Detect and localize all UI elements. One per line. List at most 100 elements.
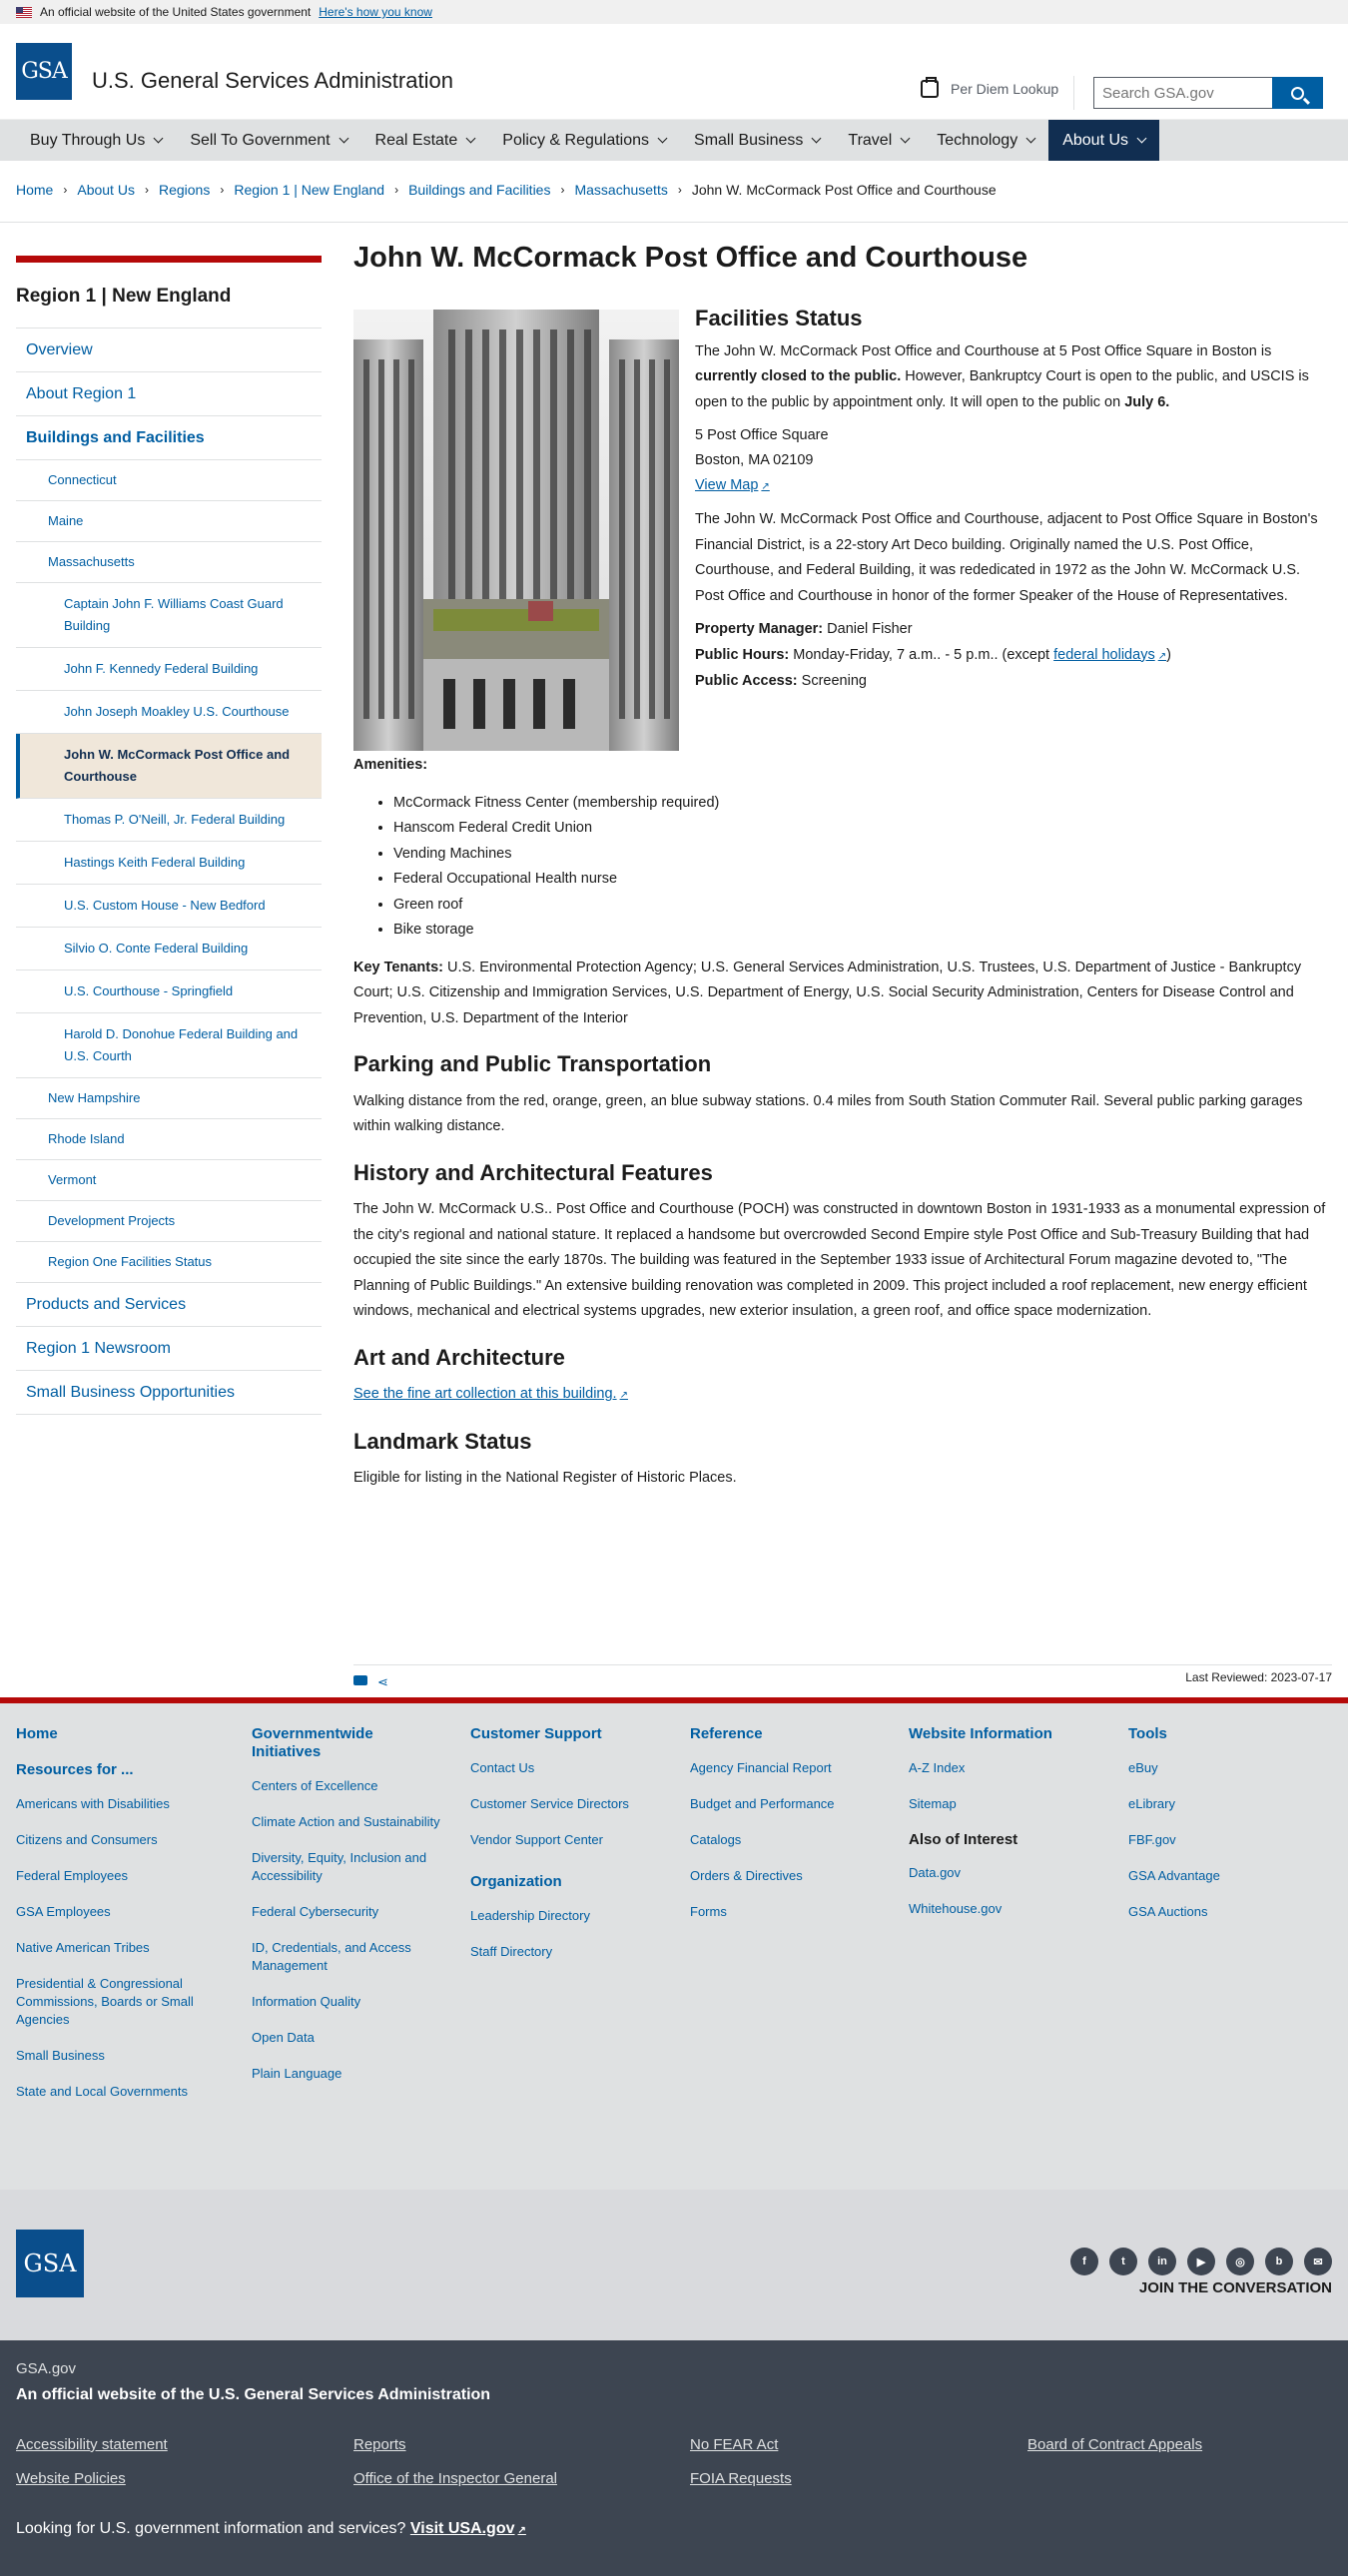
footer-link-orders-directives[interactable]: Orders & Directives bbox=[690, 1867, 890, 1885]
footer-link-plain-language[interactable]: Plain Language bbox=[252, 2065, 441, 2083]
sidebar-item-john-joseph-moakley-u-s-courthouse[interactable]: John Joseph Moakley U.S. Courthouse bbox=[16, 691, 322, 734]
site-title[interactable]: U.S. General Services Administration bbox=[92, 68, 453, 94]
gsa-logo[interactable]: GSA bbox=[16, 43, 72, 100]
footer-gsa-logo[interactable]: GSA bbox=[16, 2230, 84, 2297]
footer-link-climate-action-and-sustainability[interactable]: Climate Action and Sustainability bbox=[252, 1813, 441, 1831]
sidebar-item-hastings-keith-federal-building[interactable]: Hastings Keith Federal Building bbox=[16, 842, 322, 885]
nav-item-small-business[interactable]: Small Business bbox=[680, 120, 834, 161]
nav-item-buy-through-us[interactable]: Buy Through Us bbox=[16, 120, 176, 161]
sidebar-item-harold-d-donohue-federal-building-and-u-s-courth[interactable]: Harold D. Donohue Federal Building and U… bbox=[16, 1013, 322, 1078]
sidebar-item-products-and-services[interactable]: Products and Services bbox=[16, 1283, 322, 1327]
breadcrumb-region-1-new-england[interactable]: Region 1 | New England bbox=[234, 182, 384, 198]
sidebar-item-captain-john-f-williams-coast-guard-building[interactable]: Captain John F. Williams Coast Guard Bui… bbox=[16, 583, 322, 648]
blog-icon[interactable]: b bbox=[1265, 2248, 1293, 2275]
footer-bottom-link-office-of-the-inspector-general[interactable]: Office of the Inspector General bbox=[353, 2470, 557, 2487]
nav-item-sell-to-government[interactable]: Sell To Government bbox=[176, 120, 360, 161]
breadcrumb-buildings-and-facilities[interactable]: Buildings and Facilities bbox=[408, 182, 550, 198]
footer-link-budget-and-performance[interactable]: Budget and Performance bbox=[690, 1795, 890, 1813]
sidebar-item-u-s-courthouse-springfield[interactable]: U.S. Courthouse - Springfield bbox=[16, 970, 322, 1013]
footer-bottom-link-reports[interactable]: Reports bbox=[353, 2436, 406, 2453]
footer-bottom-link-accessibility-statement[interactable]: Accessibility statement bbox=[16, 2436, 168, 2453]
sidebar-item-development-projects[interactable]: Development Projects bbox=[16, 1201, 322, 1242]
email-icon[interactable]: ✉ bbox=[1304, 2248, 1332, 2275]
footer-link-centers-of-excellence[interactable]: Centers of Excellence bbox=[252, 1777, 441, 1795]
footer-link-open-data[interactable]: Open Data bbox=[252, 2029, 441, 2047]
sidebar-item-john-w-mccormack-post-office-and-courthouse[interactable]: John W. McCormack Post Office and Courth… bbox=[16, 734, 322, 799]
footer-link-information-quality[interactable]: Information Quality bbox=[252, 1993, 441, 2011]
footer-link-vendor-support-center[interactable]: Vendor Support Center bbox=[470, 1831, 670, 1849]
sidebar-item-thomas-p-o-neill-jr-federal-building[interactable]: Thomas P. O'Neill, Jr. Federal Building bbox=[16, 799, 322, 842]
search-input[interactable] bbox=[1093, 77, 1273, 109]
footer-link-agency-financial-report[interactable]: Agency Financial Report bbox=[690, 1759, 890, 1777]
search-button[interactable] bbox=[1272, 77, 1323, 109]
instagram-icon[interactable]: ◎ bbox=[1226, 2248, 1254, 2275]
nav-item-real-estate[interactable]: Real Estate bbox=[361, 120, 489, 161]
share-icon[interactable]: ⋖ bbox=[377, 1674, 391, 1689]
footer-link-fbf-gov[interactable]: FBF.gov bbox=[1128, 1831, 1328, 1849]
footer-link-staff-directory[interactable]: Staff Directory bbox=[470, 1943, 670, 1961]
footer-link-federal-cybersecurity[interactable]: Federal Cybersecurity bbox=[252, 1903, 441, 1921]
sidebar-item-connecticut[interactable]: Connecticut bbox=[16, 460, 322, 501]
footer-link-catalogs[interactable]: Catalogs bbox=[690, 1831, 890, 1849]
sidebar-item-silvio-o-conte-federal-building[interactable]: Silvio O. Conte Federal Building bbox=[16, 928, 322, 970]
footer-link-contact-us[interactable]: Contact Us bbox=[470, 1759, 670, 1777]
per-diem-lookup-link[interactable]: Per Diem Lookup bbox=[921, 77, 1058, 98]
sidebar-item-region-one-facilities-status[interactable]: Region One Facilities Status bbox=[16, 1242, 322, 1283]
footer-link-state-and-local-governments[interactable]: State and Local Governments bbox=[16, 2083, 216, 2101]
footer-link-customer-service-directors[interactable]: Customer Service Directors bbox=[470, 1795, 670, 1813]
breadcrumb-regions[interactable]: Regions bbox=[159, 182, 210, 198]
footer-link-data-gov[interactable]: Data.gov bbox=[909, 1864, 1108, 1882]
footer-link-citizens-and-consumers[interactable]: Citizens and Consumers bbox=[16, 1831, 216, 1849]
footer-link-forms[interactable]: Forms bbox=[690, 1903, 890, 1921]
nav-item-policy-regulations[interactable]: Policy & Regulations bbox=[488, 120, 680, 161]
footer-link-a-z-index[interactable]: A-Z Index bbox=[909, 1759, 1108, 1777]
sidebar-item-about-region-1[interactable]: About Region 1 bbox=[16, 372, 322, 416]
visit-usa-gov-link[interactable]: Visit USA.gov bbox=[410, 2520, 526, 2537]
sidebar-item-massachusetts[interactable]: Massachusetts bbox=[16, 542, 322, 583]
federal-holidays-link[interactable]: federal holidays bbox=[1053, 647, 1166, 663]
sidebar-item-u-s-custom-house-new-bedford[interactable]: U.S. Custom House - New Bedford bbox=[16, 885, 322, 928]
footer-link-gsa-employees[interactable]: GSA Employees bbox=[16, 1903, 216, 1921]
linkedin-icon[interactable]: in bbox=[1148, 2248, 1176, 2275]
twitter-icon[interactable]: t bbox=[1109, 2248, 1137, 2275]
sidebar-item-new-hampshire[interactable]: New Hampshire bbox=[16, 1078, 322, 1119]
print-icon[interactable] bbox=[353, 1675, 367, 1685]
sidebar-item-overview[interactable]: Overview bbox=[16, 328, 322, 372]
sidebar-item-vermont[interactable]: Vermont bbox=[16, 1160, 322, 1201]
youtube-icon[interactable]: ▶ bbox=[1187, 2248, 1215, 2275]
breadcrumb-home[interactable]: Home bbox=[16, 182, 53, 198]
fine-art-link[interactable]: See the fine art collection at this buil… bbox=[353, 1386, 628, 1402]
breadcrumb-massachusetts[interactable]: Massachusetts bbox=[574, 182, 667, 198]
footer-link-gsa-auctions[interactable]: GSA Auctions bbox=[1128, 1903, 1328, 1921]
sidebar-item-buildings-and-facilities[interactable]: Buildings and Facilities bbox=[16, 416, 322, 460]
footer-link-native-american-tribes[interactable]: Native American Tribes bbox=[16, 1939, 216, 1957]
sidebar-item-small-business-opportunities[interactable]: Small Business Opportunities bbox=[16, 1371, 322, 1415]
footer-bottom-link-no-fear-act[interactable]: No FEAR Act bbox=[690, 2436, 778, 2453]
footer-link-federal-employees[interactable]: Federal Employees bbox=[16, 1867, 216, 1885]
footer-link-gsa-advantage[interactable]: GSA Advantage bbox=[1128, 1867, 1328, 1885]
footer-link-whitehouse-gov[interactable]: Whitehouse.gov bbox=[909, 1900, 1108, 1918]
sidebar-item-region-1-newsroom[interactable]: Region 1 Newsroom bbox=[16, 1327, 322, 1371]
footer-bottom-link-website-policies[interactable]: Website Policies bbox=[16, 2470, 126, 2487]
footer-link-presidential-congressional-commissions-boards-or-small-agencies[interactable]: Presidential & Congressional Commissions… bbox=[16, 1975, 216, 2029]
footer-link-id-credentials-and-access-management[interactable]: ID, Credentials, and Access Management bbox=[252, 1939, 441, 1975]
nav-item-travel[interactable]: Travel bbox=[834, 120, 923, 161]
heres-how-you-know-link[interactable]: Here's how you know bbox=[319, 5, 432, 19]
footer-link-americans-with-disabilities[interactable]: Americans with Disabilities bbox=[16, 1795, 216, 1813]
view-map-link[interactable]: View Map bbox=[695, 477, 770, 493]
footer-home-link[interactable]: Home bbox=[16, 1725, 216, 1743]
nav-item-technology[interactable]: Technology bbox=[923, 120, 1048, 161]
breadcrumb-about-us[interactable]: About Us bbox=[77, 182, 135, 198]
footer-link-leadership-directory[interactable]: Leadership Directory bbox=[470, 1907, 670, 1925]
footer-link-ebuy[interactable]: eBuy bbox=[1128, 1759, 1328, 1777]
footer-bottom-link-board-of-contract-appeals[interactable]: Board of Contract Appeals bbox=[1027, 2436, 1202, 2453]
facebook-icon[interactable]: f bbox=[1070, 2248, 1098, 2275]
sidebar-item-rhode-island[interactable]: Rhode Island bbox=[16, 1119, 322, 1160]
nav-item-about-us[interactable]: About Us bbox=[1048, 120, 1160, 161]
footer-link-diversity-equity-inclusion-and-accessibility[interactable]: Diversity, Equity, Inclusion and Accessi… bbox=[252, 1849, 441, 1885]
footer-link-elibrary[interactable]: eLibrary bbox=[1128, 1795, 1328, 1813]
sidebar-item-john-f-kennedy-federal-building[interactable]: John F. Kennedy Federal Building bbox=[16, 648, 322, 691]
footer-link-sitemap[interactable]: Sitemap bbox=[909, 1795, 1108, 1813]
sidebar-item-maine[interactable]: Maine bbox=[16, 501, 322, 542]
footer-link-small-business[interactable]: Small Business bbox=[16, 2047, 216, 2065]
